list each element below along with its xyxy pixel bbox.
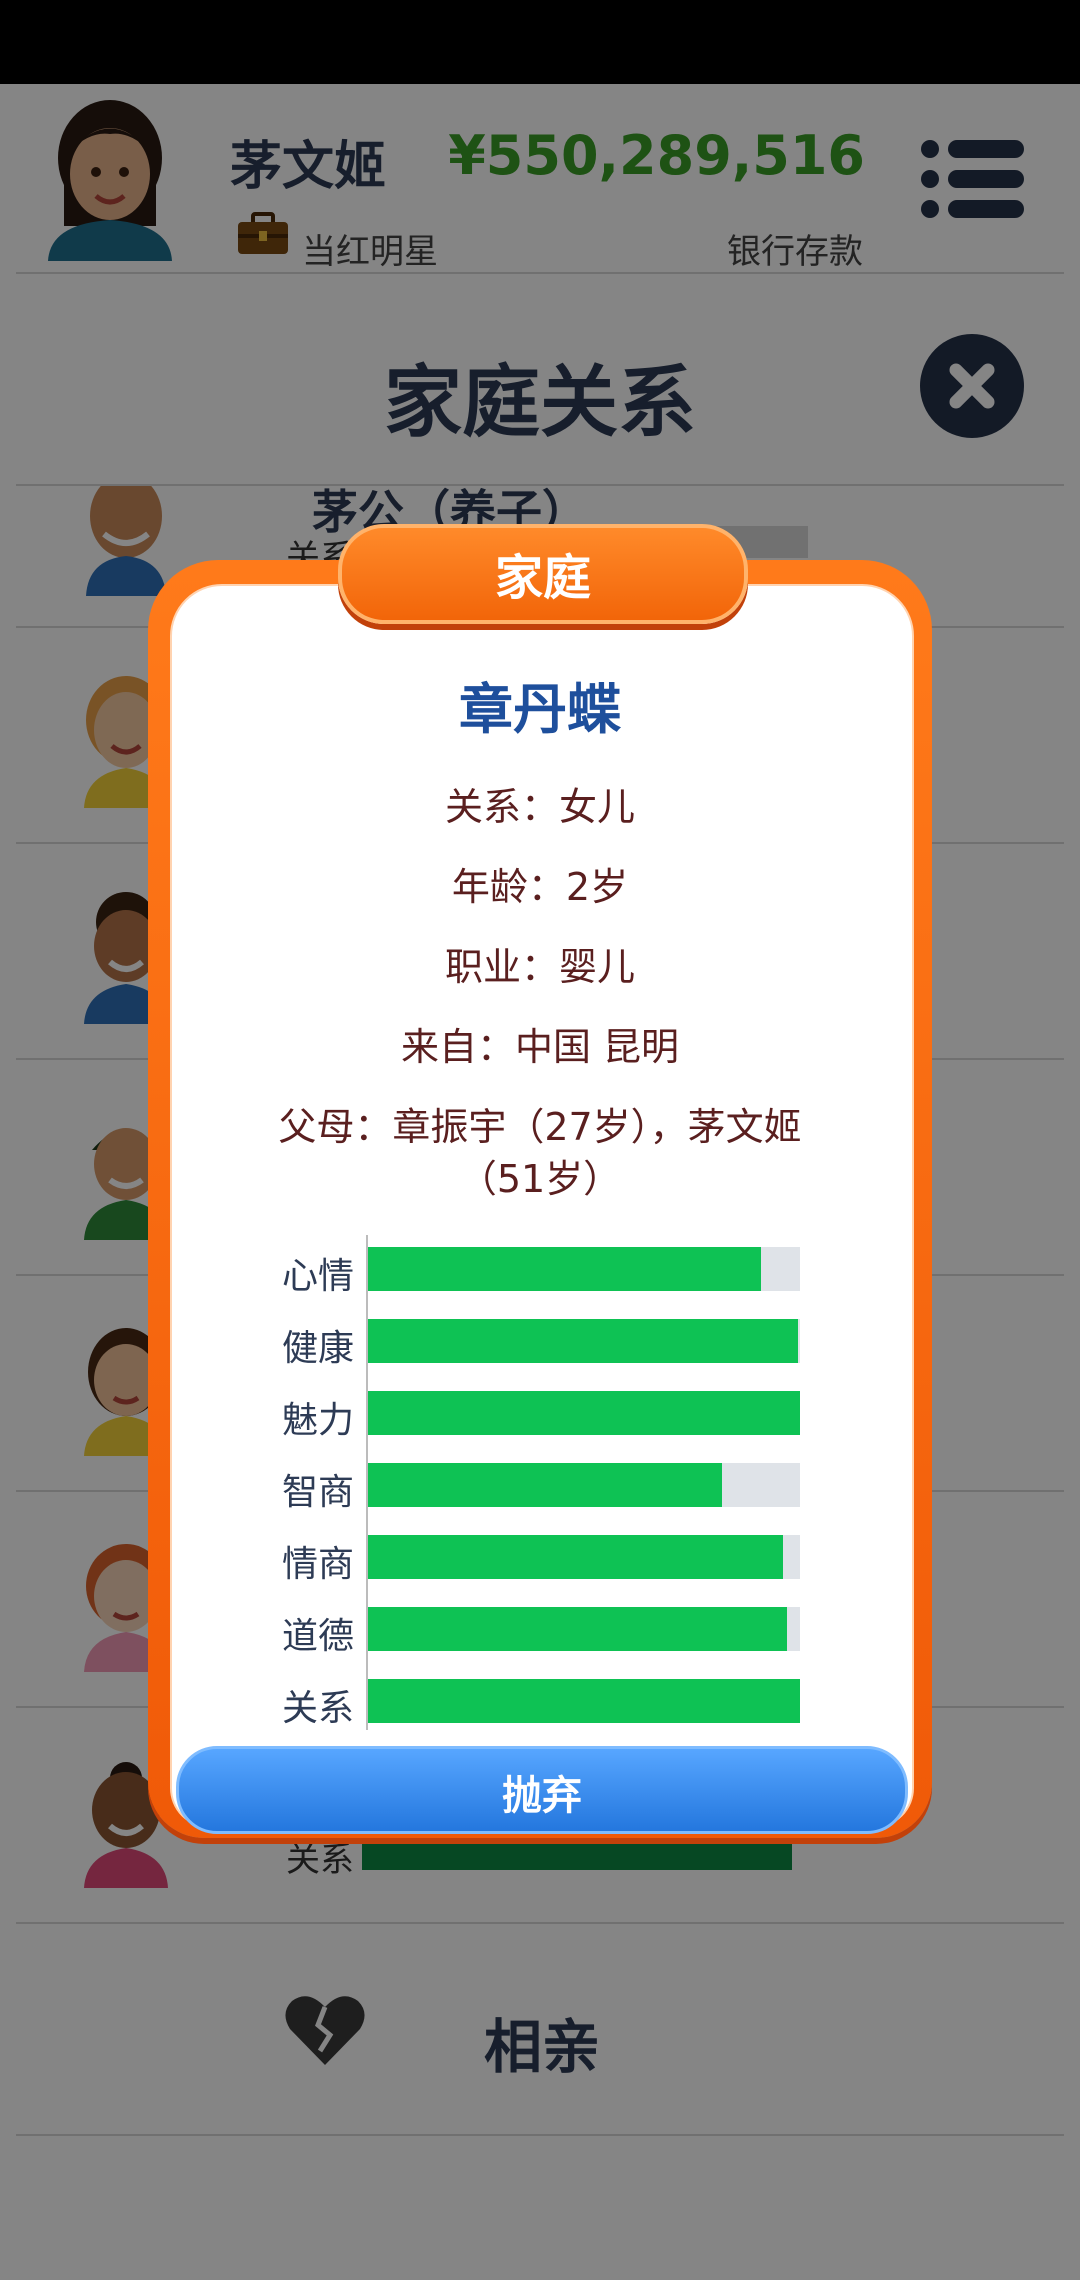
- status-bar: [0, 0, 1080, 84]
- stat-label-iq: 智商: [281, 1472, 354, 1513]
- abandon-button-label: 抛弃: [502, 1773, 582, 1819]
- stat-label-mood: 心情: [281, 1256, 354, 1297]
- stat-bar-charm: [368, 1391, 800, 1435]
- stat-fill-iq: [368, 1463, 723, 1507]
- stat-label-health: 健康: [281, 1328, 354, 1369]
- stat-label-relationship: 关系: [281, 1688, 354, 1729]
- stat-fill-morality: [368, 1607, 788, 1651]
- stat-fill-eq: [368, 1535, 783, 1579]
- stat-bar-iq: [368, 1463, 800, 1507]
- member-parents: 父母：章振宇（27岁），茅文姬: [278, 1105, 802, 1149]
- member-relation: 关系：女儿: [444, 785, 635, 829]
- stat-bar-morality: [368, 1607, 800, 1651]
- stat-label-charm: 魅力: [281, 1400, 354, 1441]
- dialog-title-tab: 家庭: [338, 524, 748, 624]
- member-occupation: 职业：婴儿: [444, 945, 635, 989]
- stat-bar-relationship: [368, 1679, 800, 1723]
- stat-bar-mood: [368, 1247, 800, 1291]
- dialog-title: 家庭: [494, 550, 591, 606]
- member-age: 年龄：2岁: [451, 865, 629, 909]
- stat-bar-eq: [368, 1535, 800, 1579]
- stat-label-eq: 情商: [281, 1544, 354, 1585]
- abandon-button[interactable]: 抛弃: [176, 1746, 908, 1834]
- stat-fill-relationship: [368, 1679, 800, 1723]
- stat-fill-mood: [368, 1247, 762, 1291]
- member-origin: 来自：中国 昆明: [400, 1025, 680, 1069]
- member-parents-continued: （51岁）: [458, 1157, 622, 1201]
- member-name: 章丹蝶: [459, 678, 621, 741]
- stat-bar-health: [368, 1319, 800, 1363]
- stat-fill-charm: [368, 1391, 800, 1435]
- stat-fill-health: [368, 1319, 798, 1363]
- stat-label-morality: 道德: [281, 1616, 354, 1657]
